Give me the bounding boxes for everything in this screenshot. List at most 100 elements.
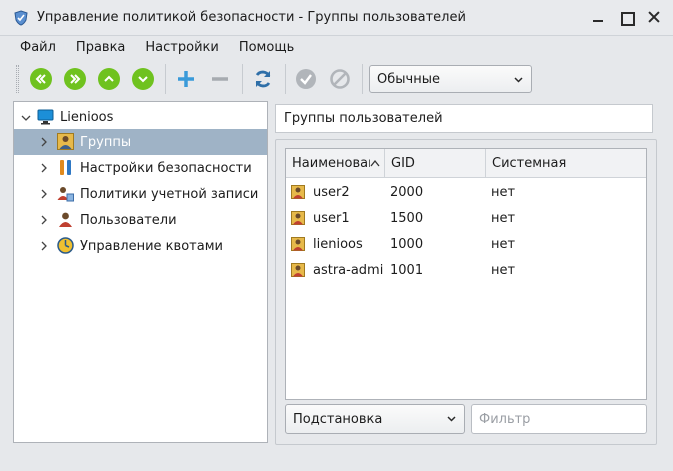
cell-name: user2 [313, 184, 350, 200]
cell-name: lienioos [313, 236, 363, 252]
cell-gid: 1001 [390, 262, 424, 278]
tree-item-label: Группы [80, 134, 132, 150]
toolbar-separator [285, 64, 286, 94]
menu-bar: Файл Правка Настройки Помощь [0, 36, 673, 58]
refresh-icon [255, 70, 271, 88]
apply-button[interactable] [292, 65, 320, 93]
toolbar: Обычные [0, 58, 673, 100]
column-header-label: Системная [492, 156, 567, 171]
section-heading: Группы пользователей [275, 104, 653, 133]
tree-item-label: Управление квотами [80, 238, 223, 254]
group-icon [57, 133, 74, 150]
user-icon [59, 212, 72, 227]
groups-table: Наименование GID Системная user2 2000 не… [285, 148, 647, 400]
chevron-right-icon[interactable] [39, 189, 49, 199]
window-title: Управление политикой безопасности - Груп… [37, 10, 466, 25]
cancel-button[interactable] [326, 65, 354, 93]
cell-system: нет [491, 236, 516, 252]
up-icon [104, 75, 114, 82]
close-button[interactable] [647, 10, 661, 24]
remove-button[interactable] [206, 65, 234, 93]
minimize-button[interactable] [591, 10, 605, 24]
table-row[interactable]: lienioos 1000 нет [286, 231, 646, 257]
tree-item-security-settings[interactable]: Настройки безопасности [14, 155, 267, 181]
mode-select-value: Обычные [377, 71, 440, 87]
chevron-right-icon[interactable] [39, 137, 49, 147]
tree-item-label: Политики учетной записи [80, 186, 259, 202]
group-icon [291, 263, 305, 277]
section-heading-text: Группы пользователей [284, 111, 443, 126]
menu-help[interactable]: Помощь [229, 40, 304, 55]
cell-system: нет [491, 184, 516, 200]
tools-icon [60, 160, 71, 175]
apply-icon [296, 69, 316, 89]
last-button[interactable] [61, 65, 89, 93]
tree-item-account-policies[interactable]: Политики учетной записи [14, 181, 267, 207]
cell-system: нет [491, 210, 516, 226]
refresh-button[interactable] [249, 65, 277, 93]
shield-app-icon [14, 9, 28, 26]
table-row[interactable]: astra-admin 1001 нет [286, 257, 646, 283]
tree-item-groups[interactable]: Группы [14, 129, 267, 155]
menu-edit[interactable]: Правка [66, 40, 135, 55]
filter-input[interactable] [471, 404, 647, 434]
double-right-icon [70, 74, 81, 84]
tree-root-label: Lienioos [60, 109, 114, 125]
add-icon [178, 71, 194, 87]
filter-mode-value: Подстановка [293, 411, 383, 427]
toolbar-separator [362, 64, 363, 94]
cell-gid: 1500 [390, 210, 424, 226]
monitor-icon [37, 109, 54, 125]
cell-name: user1 [313, 210, 350, 226]
tree-item-quota-management[interactable]: Управление квотами [14, 233, 267, 259]
account-policy-icon [57, 187, 74, 202]
mode-select[interactable]: Обычные [369, 65, 532, 93]
move-down-button[interactable] [129, 65, 157, 93]
tree-root[interactable]: Lienioos [14, 104, 267, 130]
cell-system: нет [491, 262, 516, 278]
chevron-down-icon[interactable] [21, 113, 31, 123]
tree-item-label: Настройки безопасности [80, 160, 252, 176]
cell-gid: 2000 [390, 184, 424, 200]
content-pane: Группы пользователей Наименование GID Си… [273, 101, 659, 445]
chevron-right-icon[interactable] [39, 215, 49, 225]
cancel-icon [330, 69, 350, 89]
first-button[interactable] [27, 65, 55, 93]
remove-icon [212, 77, 228, 81]
tree-item-label: Пользователи [80, 212, 177, 228]
column-header-gid[interactable]: GID [385, 149, 486, 178]
sort-ascending-icon [370, 159, 380, 167]
title-bar: Управление политикой безопасности - Груп… [0, 0, 673, 36]
add-button[interactable] [172, 65, 200, 93]
toolbar-grip[interactable] [16, 65, 19, 93]
chevron-down-icon [514, 77, 523, 83]
filter-mode-select[interactable]: Подстановка [285, 404, 465, 434]
navigation-tree: Lienioos Группы Настройки безопасности П… [13, 101, 268, 443]
maximize-button[interactable] [619, 10, 635, 26]
group-icon [291, 211, 305, 225]
quota-icon [57, 237, 74, 254]
column-header-label: Наименование [292, 156, 370, 171]
menu-settings[interactable]: Настройки [135, 40, 228, 55]
table-row[interactable]: user1 1500 нет [286, 205, 646, 231]
tree-item-users[interactable]: Пользователи [14, 207, 267, 233]
group-icon [291, 185, 305, 199]
menu-file[interactable]: Файл [10, 40, 66, 55]
table-row[interactable]: user2 2000 нет [286, 179, 646, 205]
down-icon [138, 76, 148, 83]
toolbar-separator [242, 64, 243, 94]
column-header-name[interactable]: Наименование [286, 149, 385, 178]
cell-gid: 1000 [390, 236, 424, 252]
cell-name: astra-admin [313, 262, 384, 278]
chevron-right-icon[interactable] [39, 163, 49, 173]
move-up-button[interactable] [95, 65, 123, 93]
group-icon [291, 237, 305, 251]
column-header-label: GID [391, 156, 415, 171]
table-header: Наименование GID Системная [286, 149, 646, 178]
toolbar-separator [165, 64, 166, 94]
double-left-icon [35, 74, 46, 84]
content-frame: Наименование GID Системная user2 2000 не… [275, 139, 657, 445]
chevron-down-icon [447, 416, 456, 422]
chevron-right-icon[interactable] [39, 241, 49, 251]
column-header-system[interactable]: Системная [486, 149, 646, 178]
